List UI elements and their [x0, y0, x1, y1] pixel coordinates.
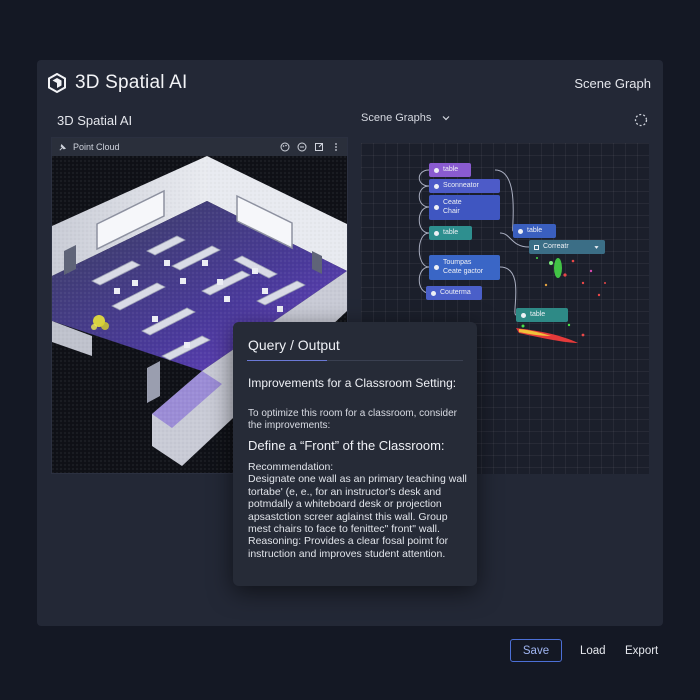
sub-toolbar: 3D Spatial AI Scene Graphs	[37, 106, 663, 134]
scene-graph-scatter	[516, 257, 606, 343]
scene-node-sconneator[interactable]: Sconneator	[429, 179, 500, 193]
node-dot-icon	[434, 230, 439, 236]
node-dot-icon	[434, 265, 439, 270]
door	[147, 361, 160, 403]
app-header: 3D Spatial AI Scene Graph	[37, 60, 663, 106]
output-heading: Improvements for a Classroom Setting:	[248, 376, 457, 390]
query-output-panel: Query / Output Improvements for a Classr…	[233, 322, 477, 586]
output-reasoning: Reasoning: Provides a clear fosal poimt …	[248, 535, 449, 560]
minus-circle-icon[interactable]	[297, 142, 307, 152]
scene-graphs-dropdown-label: Scene Graphs	[361, 112, 432, 124]
scene-node-table-2[interactable]: table	[429, 226, 472, 240]
node-dot-icon	[434, 183, 439, 189]
scene-node-toumpas[interactable]: Toumpas Ceate gactor	[429, 255, 500, 280]
scene-graphs-dropdown[interactable]: Scene Graphs	[361, 112, 451, 124]
query-output-body: Improvements for a Classroom Setting: To…	[248, 376, 470, 560]
node-dot-icon	[434, 167, 439, 173]
cube-logo-icon	[48, 73, 66, 93]
output-recommendation: Designate one wall as an primary teachin…	[248, 473, 467, 536]
export-button[interactable]: Export	[625, 639, 658, 662]
pin-icon	[59, 143, 67, 151]
scene-node-ceate-chair[interactable]: Ceate Chair	[429, 195, 500, 220]
output-subheading: Define a “Front” of the Classroom:	[248, 438, 445, 453]
save-button[interactable]: Save	[510, 639, 562, 662]
app-title: 3D Spatial AI	[75, 72, 188, 93]
node-square-icon	[534, 244, 539, 250]
output-intro: To optimize this room for a classroom, c…	[248, 408, 457, 431]
more-vertical-icon[interactable]	[331, 142, 341, 152]
output-recommendation-label: Recommendation:	[248, 461, 334, 473]
node-dot-icon	[521, 312, 526, 318]
scene-node-couterma[interactable]: Couterma	[426, 286, 482, 300]
node-dot-icon	[518, 228, 523, 234]
palette-icon[interactable]	[280, 142, 290, 152]
scene-node-table-4[interactable]: table	[516, 308, 568, 322]
workspace-title: 3D Spatial AI	[57, 112, 133, 128]
header-scene-graph-label[interactable]: Scene Graph	[574, 76, 651, 91]
point-cloud-tools	[280, 142, 341, 152]
scene-node-table-3[interactable]: table	[513, 224, 556, 238]
brand: 3D Spatial AI	[47, 72, 187, 94]
point-cloud-toolbar: Point Cloud	[52, 138, 347, 156]
scene-node-table-1[interactable]: table	[429, 163, 471, 177]
node-dot-icon	[431, 290, 436, 296]
scene-node-correatr[interactable]: Correatr	[529, 240, 605, 254]
loading-spinner-icon	[634, 113, 648, 127]
query-output-title: Query / Output	[248, 337, 340, 353]
query-divider	[247, 360, 463, 361]
expand-icon[interactable]	[314, 142, 324, 152]
load-button[interactable]: Load	[580, 639, 606, 662]
node-dot-icon	[434, 205, 439, 210]
chevron-down-icon	[442, 116, 450, 121]
point-cloud-title: Point Cloud	[73, 142, 120, 152]
chevron-down-icon	[594, 245, 599, 249]
